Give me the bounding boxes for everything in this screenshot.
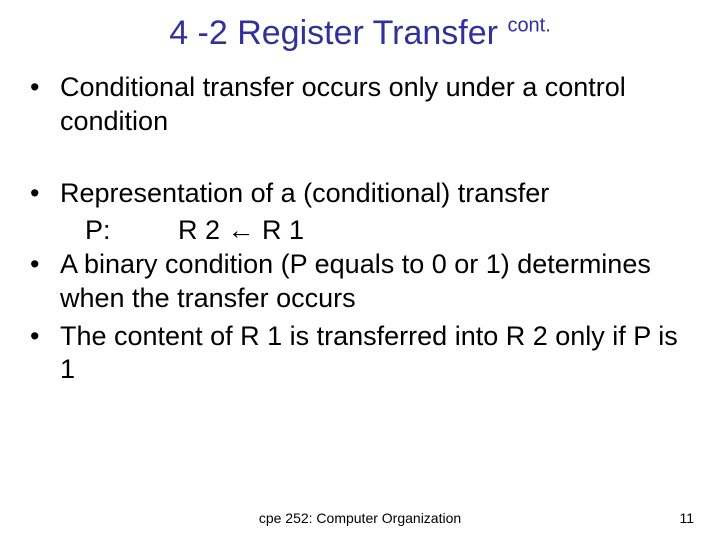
bullet-dot-icon: • — [30, 320, 60, 388]
slide-title: 4 -2 Register Transfer cont. — [0, 0, 720, 61]
spacer — [30, 143, 690, 177]
bullet-item: • A binary condition (P equals to 0 or 1… — [30, 248, 690, 316]
bullet-item: • Conditional transfer occurs only under… — [30, 71, 690, 139]
title-main: 4 -2 Register Transfer — [169, 14, 507, 52]
footer-course: cpe 252: Computer Organization — [0, 510, 720, 526]
bullet-dot-icon: • — [30, 177, 60, 211]
bullet-dot-icon: • — [30, 71, 60, 139]
slide: 4 -2 Register Transfer cont. • Condition… — [0, 0, 720, 540]
bullet-item: • Representation of a (conditional) tran… — [30, 177, 690, 211]
bullet-text: A binary condition (P equals to 0 or 1) … — [60, 248, 690, 316]
bullet-item: • The content of R 1 is transferred into… — [30, 320, 690, 388]
bullet-dot-icon: • — [30, 248, 60, 316]
slide-content: • Conditional transfer occurs only under… — [0, 61, 720, 387]
transfer-notation: P: R 2 ← R 1 — [85, 215, 304, 245]
bullet-text: Representation of a (conditional) transf… — [60, 177, 690, 211]
bullet-text: Conditional transfer occurs only under a… — [60, 71, 690, 139]
title-superscript: cont. — [507, 15, 550, 37]
footer-page-number: 11 — [679, 510, 694, 526]
bullet-subline: P: R 2 ← R 1 — [30, 214, 690, 248]
bullet-text: The content of R 1 is transferred into R… — [60, 320, 690, 388]
